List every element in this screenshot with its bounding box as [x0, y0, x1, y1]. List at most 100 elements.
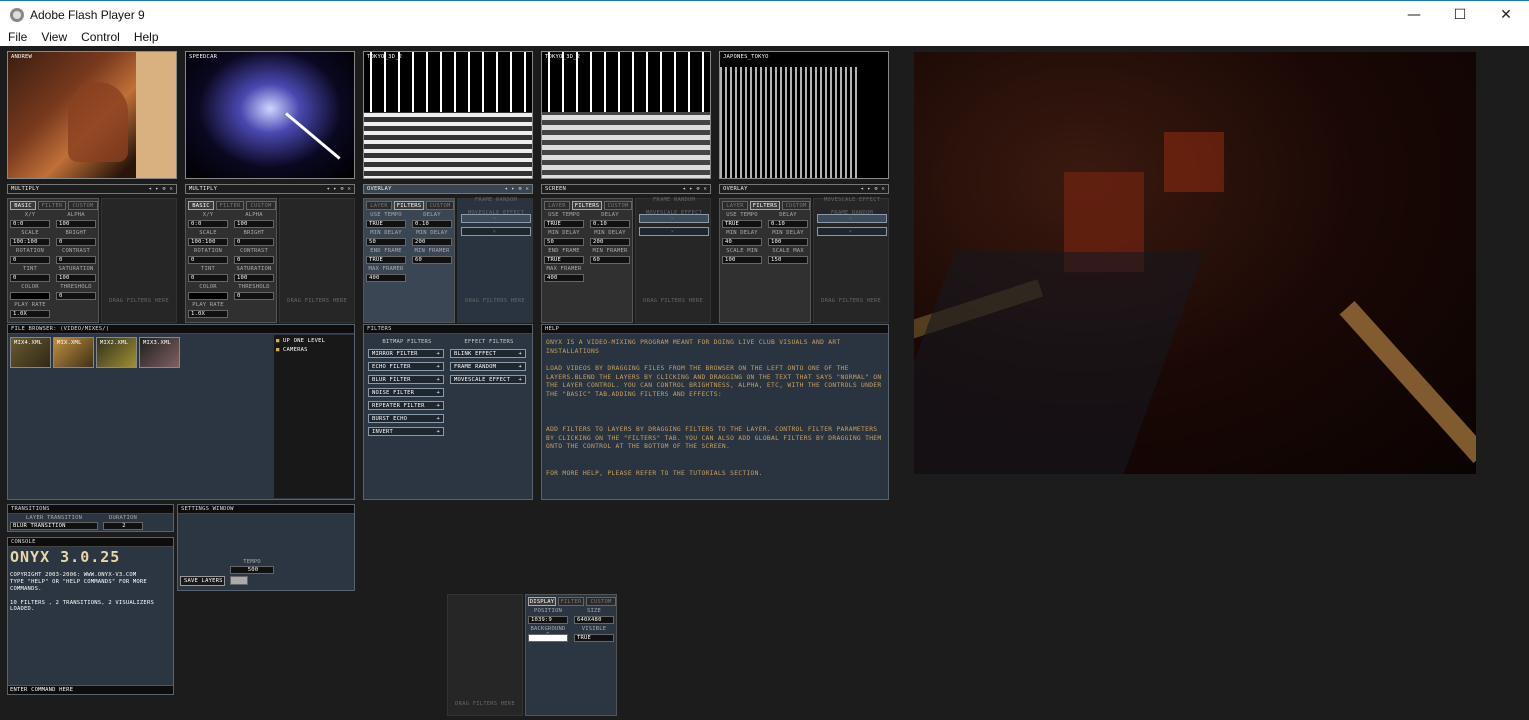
tempo-input[interactable]: 500 — [230, 566, 274, 574]
param-value[interactable]: 100:100 — [188, 238, 228, 246]
layer-2-blend[interactable]: MULTIPLY ◂ ▸ ⊗ ✕ — [185, 184, 355, 194]
param-value[interactable]: 100 — [722, 256, 762, 264]
filter-mirror[interactable]: MIRROR FILTER + — [368, 349, 444, 358]
play-rate-value[interactable]: 1.0X — [10, 310, 50, 318]
save-layers-button[interactable]: SAVE LAYERS — [180, 576, 225, 586]
param-value[interactable]: 0 — [234, 292, 274, 300]
filter-echo[interactable]: ECHO FILTER + — [368, 362, 444, 371]
param-value[interactable]: 0:0 — [188, 220, 228, 228]
add-icon[interactable]: + — [518, 350, 522, 358]
tab-custom[interactable]: CUSTOM — [586, 597, 616, 606]
tab-basic[interactable]: BASIC — [188, 201, 214, 210]
layer-controls[interactable]: ◂ ▸ ⊗ ✕ — [148, 185, 173, 194]
tab-filter[interactable]: FILTER — [216, 201, 244, 210]
filter-blur[interactable]: BLUR FILTER + — [368, 375, 444, 384]
layer-2-filter-drop[interactable]: DRAG FILTERS HERE — [279, 198, 355, 323]
param-value[interactable]: 60 — [412, 256, 452, 264]
dir-item-cameras[interactable]: ■ CAMERAS — [276, 347, 308, 353]
param-value[interactable]: 0 — [188, 256, 228, 264]
param-value[interactable]: 0.10 — [768, 220, 808, 228]
color-swatch[interactable] — [10, 292, 50, 300]
blend-mode[interactable]: OVERLAY — [367, 186, 392, 192]
effect-blink[interactable]: BLINK EFFECT + — [450, 349, 526, 358]
console-input[interactable]: ENTER COMMAND HERE — [8, 685, 173, 694]
param-value[interactable]: 0.10 — [590, 220, 630, 228]
param-value[interactable]: 100 — [234, 274, 274, 282]
tab-custom[interactable]: CUSTOM — [426, 201, 454, 210]
add-icon[interactable]: + — [436, 402, 440, 410]
param-value[interactable]: 100:100 — [10, 238, 50, 246]
layer-controls[interactable]: ◂ ▸ ⊗ ✕ — [326, 185, 351, 194]
param-value[interactable]: 100 — [768, 238, 808, 246]
tab-layer[interactable]: LAYER — [722, 201, 748, 210]
param-value[interactable]: 0 — [234, 256, 274, 264]
layer-controls[interactable]: ◂ ▸ ⊗ ✕ — [682, 185, 707, 194]
tab-filters[interactable]: FILTERS — [750, 201, 780, 210]
param-value[interactable]: TRUE — [722, 220, 762, 228]
tab-filter[interactable]: FILTER — [38, 201, 66, 210]
param-value[interactable]: 0 — [234, 238, 274, 246]
param-value[interactable]: 0.10 — [412, 220, 452, 228]
position-input[interactable]: 1039:9 — [528, 616, 568, 624]
tab-custom[interactable]: CUSTOM — [604, 201, 632, 210]
tab-display[interactable]: DISPLAY — [528, 597, 556, 606]
param-value[interactable]: 150 — [768, 256, 808, 264]
layer-3-blend[interactable]: OVERLAY ◂ ▸ ⊗ ✕ — [363, 184, 533, 194]
filter-invert[interactable]: INVERT + — [368, 427, 444, 436]
tab-filter[interactable]: FILTER — [558, 597, 584, 606]
param-value[interactable]: 100 — [56, 220, 96, 228]
menu-help[interactable]: Help — [126, 30, 165, 44]
tab-custom[interactable]: CUSTOM — [782, 201, 810, 210]
param-value[interactable]: 0 — [56, 238, 96, 246]
file-item[interactable]: MIX.XML — [53, 337, 94, 368]
layer-1-blend[interactable]: MULTIPLY ◂ ▸ ⊗ ✕ — [7, 184, 177, 194]
param-value[interactable]: TRUE — [544, 256, 584, 264]
layer-4-blend[interactable]: SCREEN ◂ ▸ ⊗ ✕ — [541, 184, 711, 194]
global-filter-drop[interactable]: DRAG FILTERS HERE — [447, 594, 523, 716]
tab-filters[interactable]: FILTERS — [394, 201, 424, 210]
play-rate-value[interactable]: 1.0X — [188, 310, 228, 318]
layer-5-filter-drop[interactable]: MOVESCALE EFFECT × FRAME RANDOM × DRAG FIL… — [813, 197, 889, 323]
layer-3-filter-drop[interactable]: FRAME RANDOM × MOVESCALE EFFECT × DRAG FIL… — [457, 197, 533, 323]
blend-mode[interactable]: MULTIPLY — [11, 186, 39, 192]
size-input[interactable]: 640X480 — [574, 616, 614, 624]
layer-1-filter-drop[interactable]: DRAG FILTERS HERE — [101, 198, 177, 323]
param-value[interactable]: 0 — [56, 292, 96, 300]
file-item[interactable]: MIX4.XML — [10, 337, 51, 368]
layer-thumb-5[interactable]: JAPONES_TOKYO — [719, 51, 889, 179]
blend-mode[interactable]: SCREEN — [545, 186, 566, 192]
tab-filters[interactable]: FILTERS — [572, 201, 602, 210]
menu-control[interactable]: Control — [73, 30, 126, 44]
param-value[interactable]: 400 — [544, 274, 584, 282]
filter-burst-echo[interactable]: BURST ECHO + — [368, 414, 444, 423]
menu-file[interactable]: File — [0, 30, 33, 44]
applied-filter[interactable]: MOVESCALE EFFECT × — [639, 210, 709, 236]
visible-select[interactable]: TRUE — [574, 634, 614, 642]
file-item[interactable]: MIX3.XML — [139, 337, 180, 368]
param-value[interactable]: 0 — [10, 256, 50, 264]
background-color-swatch[interactable] — [528, 634, 568, 642]
param-value[interactable]: 400 — [366, 274, 406, 282]
param-value[interactable]: 50 — [366, 238, 406, 246]
file-item[interactable]: MIX2.XML — [96, 337, 137, 368]
color-swatch[interactable] — [188, 292, 228, 300]
minimize-button[interactable]: — — [1391, 1, 1437, 29]
add-icon[interactable]: + — [436, 428, 440, 436]
add-icon[interactable]: + — [436, 376, 440, 384]
param-value[interactable]: 0 — [188, 274, 228, 282]
tab-custom[interactable]: CUSTOM — [246, 201, 276, 210]
param-value[interactable]: 200 — [412, 238, 452, 246]
layer-thumb-1[interactable]: ANDREW — [7, 51, 177, 179]
blend-mode[interactable]: MULTIPLY — [189, 186, 217, 192]
param-value[interactable]: 60 — [590, 256, 630, 264]
param-value[interactable]: 200 — [590, 238, 630, 246]
layer-thumb-2[interactable]: SPEEDCAR — [185, 51, 355, 179]
tab-custom[interactable]: CUSTOM — [68, 201, 98, 210]
layer-thumb-4[interactable]: TOKYO_3D_2 — [541, 51, 711, 179]
layer-5-blend[interactable]: OVERLAY ◂ ▸ ⊗ ✕ — [719, 184, 889, 194]
param-value[interactable]: 0:0 — [10, 220, 50, 228]
duration-input[interactable]: 2 — [103, 522, 143, 530]
filter-repeater[interactable]: REPEATER FILTER + — [368, 401, 444, 410]
add-icon[interactable]: + — [436, 389, 440, 397]
dir-item-up[interactable]: ■ UP ONE LEVEL — [276, 338, 325, 344]
